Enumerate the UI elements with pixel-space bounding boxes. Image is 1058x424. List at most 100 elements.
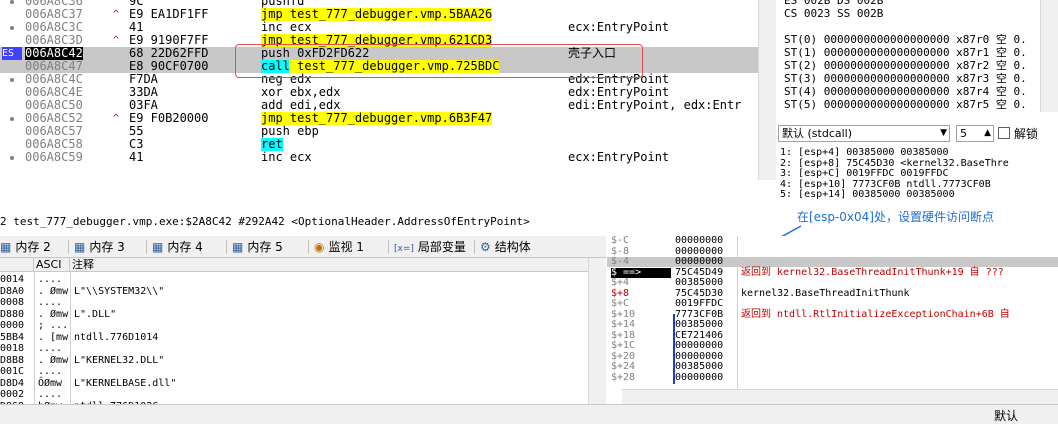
tab-局部变量[interactable]: [x=] 局部变量 — [394, 238, 466, 257]
breakpoint-dot-icon[interactable] — [10, 156, 14, 160]
stack-row[interactable]: $+10 7773CF0B 返回到 ntdll.RtlInitializeExcep… — [607, 309, 1058, 320]
dump-scrollbar[interactable] — [588, 258, 606, 404]
stack-row[interactable]: $+14 00385000 — [607, 320, 1058, 330]
stack-value: 00000000 — [675, 350, 724, 362]
breakpoint-annotation-text: 在[esp-0x04]处，设置硬件访问断点 — [797, 210, 994, 224]
dump-ascii: . Ømw — [38, 308, 69, 320]
stack-row[interactable]: $+20 00000000 — [607, 350, 1058, 362]
entry-annotation-box — [235, 44, 643, 78]
stack-args-panel[interactable]: 1: [esp+4] 00385000 00385000 2: [esp+8] 7… — [776, 144, 1058, 200]
disasm-gutter[interactable] — [0, 8, 22, 21]
tab-结构体[interactable]: ⚙ 结构体 — [480, 238, 531, 257]
stack-row[interactable]: $+24 00385000 — [607, 362, 1058, 372]
disassembly-pane[interactable]: 006A8C36 9C pushfd 006A8C37 ^ E9 EA1DF1FF jmp … — [0, 0, 776, 180]
stack-value: 75C45D30 — [675, 287, 724, 299]
dump-comment: L"KERNELBASE.dll" — [74, 377, 177, 389]
register-line[interactable]: ST(4) 0000000000000000000 x87r4 空 0. — [784, 85, 1027, 98]
breakpoint-dot-icon[interactable] — [10, 117, 14, 121]
stack-row[interactable]: $+28 00000000 — [607, 371, 1058, 383]
disasm-gutter[interactable] — [0, 60, 22, 73]
memory-dump-pane[interactable]: ASCI 注释 0014.... D8A0 . Ømw L"\\SYSTEM32\\"… — [0, 258, 588, 404]
stack-row[interactable]: $+1C 00000000 — [607, 341, 1058, 351]
stack-row[interactable]: $+4 00385000 — [607, 278, 1058, 288]
stack-row[interactable]: $-8 00000000 — [607, 246, 1058, 257]
registers-scrollbar[interactable] — [1040, 0, 1058, 112]
register-line[interactable]: ES 002B DS 002B — [784, 0, 883, 7]
register-line[interactable]: ST(3) 0000000000000000000 x87r3 空 0. — [784, 72, 1027, 85]
jump-up-arrow-icon: ^ — [113, 9, 120, 20]
tab-内存-3[interactable]: ▦ 内存 3 — [74, 238, 125, 257]
tab-separator — [226, 240, 227, 254]
disasm-gutter[interactable] — [0, 86, 22, 99]
tab-监视-1[interactable]: ◉ 监视 1 — [314, 238, 364, 257]
stack-offset: $+28 — [611, 371, 636, 383]
disasm-gutter[interactable]: ES — [0, 47, 22, 60]
call-convention-select[interactable]: 默认 (stdcall) ▼ — [778, 125, 950, 142]
disasm-address: 006A8C59 — [25, 150, 83, 164]
disasm-gutter[interactable] — [0, 138, 22, 151]
stack-offset: $+14 — [611, 319, 636, 330]
dump-header-comment[interactable]: 注释 — [70, 258, 588, 272]
dump-ascii: .... — [38, 274, 63, 285]
stack-row[interactable]: $-4 00000000 — [607, 257, 1058, 267]
disasm-gutter[interactable] — [0, 125, 22, 138]
dump-comment: ntdll.776D1014 — [74, 331, 159, 343]
stack-arg-row[interactable]: 1: [esp+4] 00385000 00385000 — [780, 147, 949, 158]
tab-label: 结构体 — [494, 240, 531, 254]
stack-offset: $+24 — [611, 361, 636, 372]
breakpoint-dot-icon[interactable] — [10, 78, 14, 82]
tab-separator — [388, 240, 389, 254]
tab-内存-4[interactable]: ▦ 内存 4 — [152, 238, 203, 257]
stack-arg-row[interactable]: 5: [esp+14] 00385000 00385000 — [780, 189, 955, 200]
struct-icon-glyph: ⚙ — [480, 240, 491, 254]
stack-row[interactable]: $-C 00000000 — [607, 236, 1058, 246]
disasm-gutter[interactable] — [0, 21, 22, 34]
disasm-bytes: 41 — [129, 150, 144, 164]
unlock-checkbox[interactable] — [998, 127, 1010, 139]
stack-row[interactable]: $+18 CE721406 — [607, 329, 1058, 341]
disasm-gutter[interactable] — [0, 34, 22, 47]
disasm-gutter[interactable] — [0, 73, 22, 86]
dump-header-address[interactable] — [0, 258, 34, 272]
registers-panel[interactable]: ES 002B DS 002B CS 0023 SS 002B ST(0) 0000… — [778, 0, 1058, 112]
stack-row[interactable]: $+8 75C45D30 kernel32.BaseThreadInitThunk — [607, 287, 1058, 299]
memory-icon-glyph: ▦ — [74, 240, 86, 254]
stack-arg-row[interactable]: 2: [esp+8] 75C45D30 <kernel32.BaseThre — [780, 158, 1009, 169]
tab-内存-2[interactable]: ▦ 内存 2 — [0, 238, 51, 257]
register-line[interactable]: CS 0023 SS 002B — [784, 7, 883, 20]
stack-row[interactable]: $ ==> 75C45D49 返回到 kernel32.BaseThreadInit… — [607, 267, 1058, 278]
disasm-comment: edi:EntryPoint, edx:Entr — [568, 98, 742, 112]
stack-arg-row[interactable]: 3: [esp+C] 0019FFDC 0019FFDC — [780, 168, 949, 179]
disasm-row[interactable]: 006A8C57 55 push ebp — [0, 125, 776, 138]
breakpoint-dot-icon[interactable] — [10, 26, 14, 30]
register-line[interactable]: ST(1) 0000000000000000000 x87r1 空 0. — [784, 46, 1027, 59]
stack-offset: $+18 — [611, 329, 636, 341]
stack-value: CE721406 — [675, 329, 724, 341]
stack-pane[interactable]: $-C 00000000 $-8 00000000 $-4 00000000 $ ==> 75… — [607, 236, 1058, 404]
arg-count-spinner[interactable]: 5 ▲ — [956, 125, 994, 142]
stack-arg-row[interactable]: 4: [esp+10] 7773CF0B ntdll.7773CF0B — [780, 179, 991, 190]
disasm-gutter[interactable] — [0, 0, 22, 8]
disasm-row[interactable]: 006A8C52 ^ E9 F0B20000 jmp test_777_debugge… — [0, 112, 776, 125]
dump-ascii: . Ømw — [38, 285, 69, 297]
disasm-gutter[interactable] — [0, 151, 22, 164]
tab-内存-5[interactable]: ▦ 内存 5 — [232, 238, 283, 257]
register-line[interactable]: ST(5) 0000000000000000000 x87r5 空 0. — [784, 98, 1027, 111]
stack-offset: $ ==> — [611, 267, 671, 278]
stack-row[interactable]: $+C 0019FFDC — [607, 299, 1058, 309]
stack-horizontal-scrollbar[interactable] — [622, 389, 1058, 404]
dump-comment: L"\\SYSTEM32\\" — [74, 285, 165, 297]
tab-separator — [68, 240, 69, 254]
memory-icon-glyph: ▦ — [152, 240, 164, 254]
register-line[interactable]: ST(2) 0000000000000000000 x87r2 空 0. — [784, 59, 1027, 72]
dump-header-ascii[interactable]: ASCI — [34, 258, 70, 272]
memory-icon-glyph: ▦ — [232, 240, 244, 254]
register-line[interactable]: ST(0) 0000000000000000000 x87r0 空 0. — [784, 33, 1027, 46]
dump-comment: L".DLL" — [74, 308, 117, 320]
disasm-scrollbar[interactable] — [758, 0, 776, 180]
dump-address: 0018 — [0, 343, 25, 354]
disasm-row[interactable]: 006A8C59 41 inc ecx ecx:EntryPoint — [0, 151, 776, 164]
disasm-gutter[interactable] — [0, 112, 22, 125]
disasm-gutter[interactable] — [0, 99, 22, 112]
breakpoint-dot-icon[interactable] — [10, 0, 14, 4]
